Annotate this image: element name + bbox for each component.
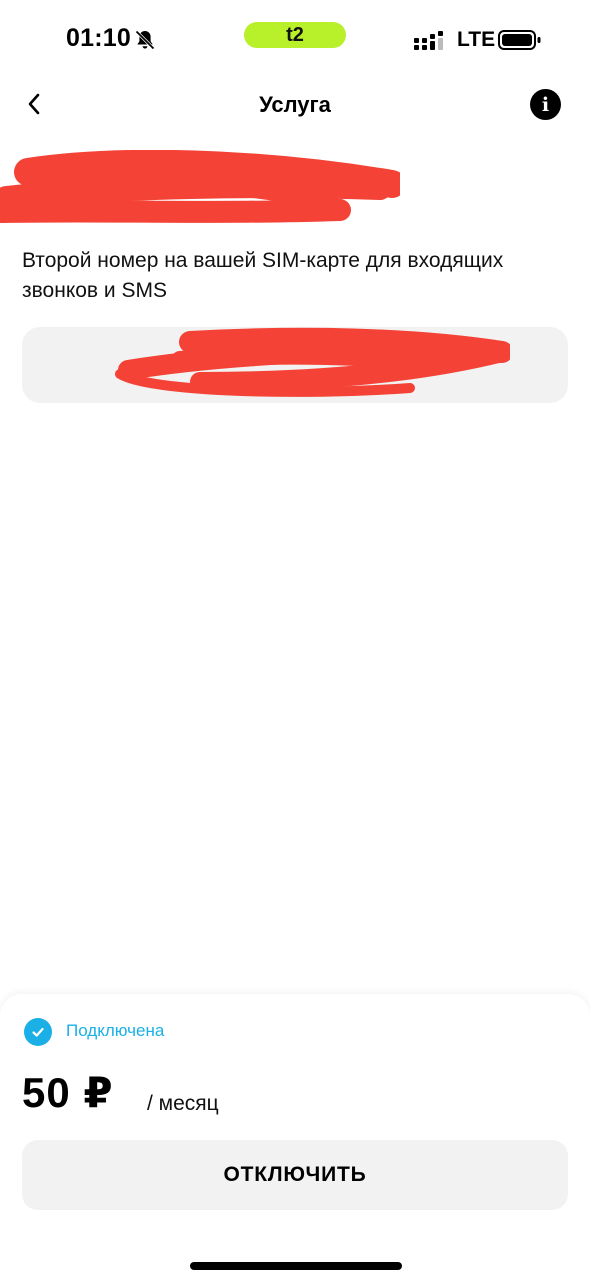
disconnect-button[interactable]: ОТКЛЮЧИТЬ [22, 1140, 568, 1210]
service-description: Второй номер на вашей SIM-карте для вход… [22, 249, 504, 302]
bell-muted-icon [135, 30, 155, 50]
signal-icon [414, 31, 443, 50]
check-circle-icon [24, 1018, 52, 1046]
status-time: 01:10 [66, 24, 131, 52]
battery-icon [498, 30, 541, 50]
status-label: Подключена [66, 1021, 165, 1040]
price-period: / месяц [147, 1092, 219, 1115]
info-icon: i [541, 93, 550, 116]
redaction-mark [115, 327, 510, 397]
redaction-mark [0, 150, 400, 223]
page-title: Услуга [259, 92, 331, 117]
price-value: 50 ₽ [22, 1069, 114, 1116]
network-type: LTE [457, 28, 496, 51]
home-indicator[interactable] [190, 1262, 402, 1270]
carrier-badge: t2 [244, 22, 346, 48]
disconnect-label: ОТКЛЮЧИТЬ [223, 1163, 367, 1186]
carrier-label: t2 [286, 23, 304, 46]
info-button[interactable]: i [530, 89, 561, 120]
